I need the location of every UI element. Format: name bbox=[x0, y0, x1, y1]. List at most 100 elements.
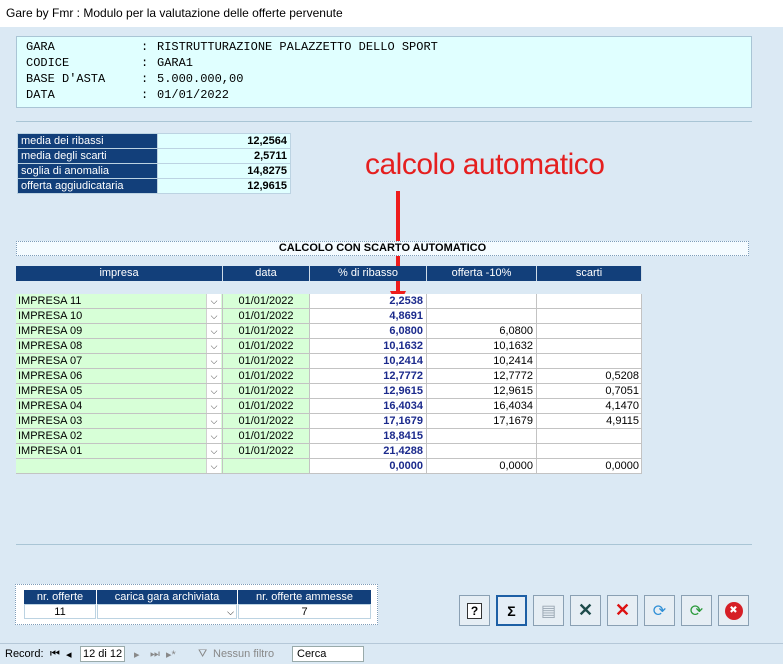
prev-record-icon[interactable]: ◂ bbox=[66, 648, 72, 661]
impresa-cell[interactable]: ⌵ bbox=[16, 459, 223, 474]
chevron-down-icon[interactable]: ⌵ bbox=[206, 399, 221, 413]
chevron-down-icon[interactable]: ⌵ bbox=[206, 309, 221, 323]
sum-button[interactable]: Σ bbox=[496, 595, 527, 626]
offerta-cell: 17,1679 bbox=[427, 414, 537, 429]
record-label: Record: bbox=[5, 648, 44, 660]
impresa-cell[interactable]: IMPRESA 02 ⌵ bbox=[16, 429, 223, 444]
offerta-cell bbox=[427, 444, 537, 459]
data-cell[interactable]: 01/01/2022 bbox=[223, 354, 310, 369]
data-cell[interactable]: 01/01/2022 bbox=[223, 309, 310, 324]
ribasso-cell[interactable]: 4,8691 bbox=[310, 309, 427, 324]
ribasso-cell[interactable]: 2,2538 bbox=[310, 294, 427, 309]
ribasso-cell[interactable]: 18,8415 bbox=[310, 429, 427, 444]
ribasso-cell[interactable]: 12,7772 bbox=[310, 369, 427, 384]
impresa-cell[interactable]: IMPRESA 04 ⌵ bbox=[16, 399, 223, 414]
table-row[interactable]: IMPRESA 08 ⌵ 01/01/2022 10,1632 10,1632 bbox=[16, 339, 642, 354]
ribasso-cell[interactable]: 10,1632 bbox=[310, 339, 427, 354]
chevron-down-icon[interactable]: ⌵ bbox=[206, 414, 221, 428]
table-row[interactable]: IMPRESA 03 ⌵ 01/01/2022 17,1679 17,1679 4,911… bbox=[16, 414, 642, 429]
ribasso-cell[interactable]: 6,0800 bbox=[310, 324, 427, 339]
filter-icon[interactable]: ⛛ bbox=[198, 648, 207, 661]
next-record-icon[interactable]: ▸ bbox=[134, 648, 140, 661]
close-button[interactable]: ✖ bbox=[718, 595, 749, 626]
table-row[interactable]: IMPRESA 07 ⌵ 01/01/2022 10,2414 10,2414 bbox=[16, 354, 642, 369]
impresa-cell[interactable]: IMPRESA 09 ⌵ bbox=[16, 324, 223, 339]
offerta-cell: 12,7772 bbox=[427, 369, 537, 384]
chevron-down-icon[interactable]: ⌵ bbox=[206, 384, 221, 398]
chevron-down-icon[interactable]: ⌵ bbox=[206, 324, 221, 338]
impresa-cell[interactable]: IMPRESA 05 ⌵ bbox=[16, 384, 223, 399]
first-record-icon[interactable]: ⏮ bbox=[50, 648, 60, 661]
impresa-cell[interactable]: IMPRESA 03 ⌵ bbox=[16, 414, 223, 429]
search-input[interactable]: Cerca bbox=[292, 646, 364, 662]
ribasso-cell[interactable]: 21,4288 bbox=[310, 444, 427, 459]
data-cell-text: 01/01/2022 bbox=[238, 355, 294, 367]
data-row: DATA:01/01/2022 bbox=[26, 88, 230, 102]
table-row[interactable]: IMPRESA 01 ⌵ 01/01/2022 21,4288 bbox=[16, 444, 642, 459]
help-button[interactable]: ? bbox=[459, 595, 490, 626]
data-cell[interactable]: 01/01/2022 bbox=[223, 444, 310, 459]
scarti-cell bbox=[537, 354, 642, 369]
chevron-down-icon[interactable]: ⌵ bbox=[206, 354, 221, 368]
data-cell[interactable]: 01/01/2022 bbox=[223, 339, 310, 354]
scarti-cell-text: 4,9115 bbox=[606, 415, 639, 427]
record-position[interactable]: 12 di 12 bbox=[80, 646, 125, 662]
cancel-button[interactable]: ✕ bbox=[570, 595, 601, 626]
impresa-cell[interactable]: IMPRESA 06 ⌵ bbox=[16, 369, 223, 384]
reload-button[interactable]: ⟳ bbox=[681, 595, 712, 626]
delete-icon: ✕ bbox=[614, 600, 631, 620]
new-record-icon[interactable]: ▸* bbox=[166, 648, 176, 661]
ribasso-cell[interactable]: 16,4034 bbox=[310, 399, 427, 414]
last-record-icon[interactable]: ⏭ bbox=[150, 648, 160, 661]
data-cell[interactable]: 01/01/2022 bbox=[223, 429, 310, 444]
data-cell[interactable] bbox=[223, 459, 310, 474]
table-row[interactable]: ⌵ 0,0000 0,0000 0,0000 bbox=[16, 459, 642, 474]
scarti-cell: 4,1470 bbox=[537, 399, 642, 414]
filter-status[interactable]: Nessun filtro bbox=[213, 648, 274, 660]
data-cell[interactable]: 01/01/2022 bbox=[223, 294, 310, 309]
base-asta-row: BASE D'ASTA:5.000.000,00 bbox=[26, 72, 244, 86]
ribasso-cell[interactable]: 17,1679 bbox=[310, 414, 427, 429]
ribasso-cell[interactable]: 0,0000 bbox=[310, 459, 427, 474]
impresa-cell[interactable]: IMPRESA 08 ⌵ bbox=[16, 339, 223, 354]
impresa-cell[interactable]: IMPRESA 10 ⌵ bbox=[16, 309, 223, 324]
save-button[interactable]: ▤ bbox=[533, 595, 564, 626]
scarti-cell-text: 0,5208 bbox=[605, 370, 639, 382]
table-row[interactable]: IMPRESA 11 ⌵ 01/01/2022 2,2538 bbox=[16, 294, 642, 309]
table-row[interactable]: IMPRESA 09 ⌵ 01/01/2022 6,0800 6,0800 bbox=[16, 324, 642, 339]
impresa-cell[interactable]: IMPRESA 11 ⌵ bbox=[16, 294, 223, 309]
data-cell-text: 01/01/2022 bbox=[238, 295, 294, 307]
offerta-cell-text: 6,0800 bbox=[499, 325, 533, 337]
table-row[interactable]: IMPRESA 10 ⌵ 01/01/2022 4,8691 bbox=[16, 309, 642, 324]
refresh-button[interactable]: ⟳ bbox=[644, 595, 675, 626]
data-cell[interactable]: 01/01/2022 bbox=[223, 324, 310, 339]
chevron-down-icon[interactable]: ⌵ bbox=[206, 369, 221, 383]
chevron-down-icon[interactable]: ⌵ bbox=[206, 294, 221, 308]
offerta-cell-text: 12,9615 bbox=[493, 385, 533, 397]
chevron-down-icon[interactable]: ⌵ bbox=[206, 339, 221, 353]
data-cell[interactable]: 01/01/2022 bbox=[223, 384, 310, 399]
impresa-cell[interactable]: IMPRESA 07 ⌵ bbox=[16, 354, 223, 369]
data-cell[interactable]: 01/01/2022 bbox=[223, 414, 310, 429]
impresa-cell-text: IMPRESA 02 bbox=[18, 430, 83, 442]
impresa-cell[interactable]: IMPRESA 01 ⌵ bbox=[16, 444, 223, 459]
table-row[interactable]: IMPRESA 04 ⌵ 01/01/2022 16,4034 16,4034 4,147… bbox=[16, 399, 642, 414]
carica-gara-select[interactable]: ⌵ bbox=[97, 604, 237, 619]
table-row[interactable]: IMPRESA 02 ⌵ 01/01/2022 18,8415 bbox=[16, 429, 642, 444]
table-row[interactable]: IMPRESA 05 ⌵ 01/01/2022 12,9615 12,9615 0,705… bbox=[16, 384, 642, 399]
chevron-down-icon[interactable]: ⌵ bbox=[206, 459, 221, 473]
stat-row: media dei ribassi 12,2564 bbox=[17, 133, 291, 149]
chevron-down-icon[interactable]: ⌵ bbox=[206, 444, 221, 458]
scarti-cell: 0,7051 bbox=[537, 384, 642, 399]
ribasso-cell[interactable]: 12,9615 bbox=[310, 384, 427, 399]
annotation-text: calcolo automatico bbox=[365, 148, 605, 181]
chevron-down-icon[interactable]: ⌵ bbox=[206, 429, 221, 443]
delete-button[interactable]: ✕ bbox=[607, 595, 638, 626]
offerta-cell bbox=[427, 429, 537, 444]
data-cell[interactable]: 01/01/2022 bbox=[223, 399, 310, 414]
table-row[interactable]: IMPRESA 06 ⌵ 01/01/2022 12,7772 12,7772 0,520… bbox=[16, 369, 642, 384]
chevron-down-icon[interactable]: ⌵ bbox=[227, 605, 234, 620]
ribasso-cell[interactable]: 10,2414 bbox=[310, 354, 427, 369]
data-cell[interactable]: 01/01/2022 bbox=[223, 369, 310, 384]
carica-gara[interactable]: carica gara archiviata ⌵ bbox=[97, 590, 237, 619]
